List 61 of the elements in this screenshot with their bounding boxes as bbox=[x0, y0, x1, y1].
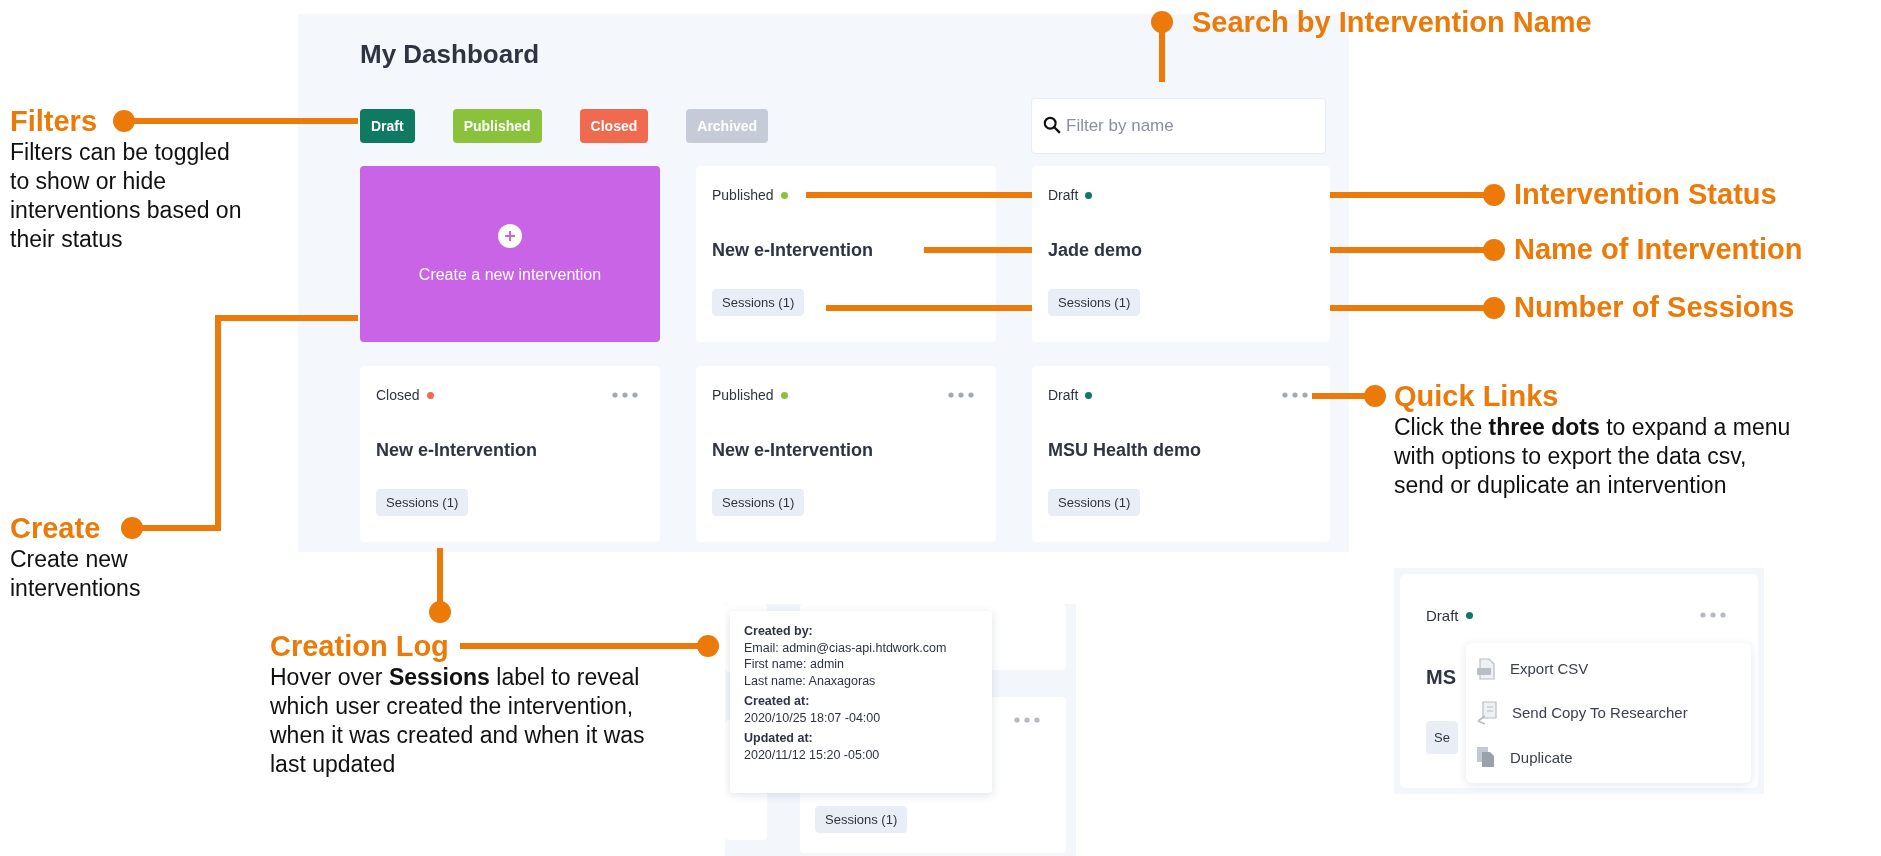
sessions-label[interactable]: Sessions (1) bbox=[376, 489, 469, 516]
intervention-name: New e-Intervention bbox=[376, 440, 538, 461]
status-label: Draft bbox=[1048, 387, 1079, 403]
csv-file-icon bbox=[1476, 657, 1496, 680]
page-title: My Dashboard bbox=[360, 38, 540, 71]
intervention-card[interactable]: Published New e-Intervention Sessions (1) bbox=[696, 366, 996, 542]
tooltip-text: 2020/11/12 15:20 -05:00 bbox=[744, 746, 881, 763]
sessions-label[interactable]: Se bbox=[1426, 721, 1458, 754]
sessions-label[interactable]: Sessions (1) bbox=[1048, 489, 1141, 516]
callout-title: Number of Sessions bbox=[1514, 290, 1795, 324]
leader-line bbox=[1151, 11, 1173, 82]
callout-title: Search by Intervention Name bbox=[1192, 5, 1592, 39]
tooltip-text: First name: admin bbox=[744, 656, 846, 673]
more-options-icon[interactable] bbox=[948, 392, 974, 398]
tooltip-heading: Created at: bbox=[744, 693, 811, 710]
intervention-card[interactable]: Closed New e-Intervention Sessions (1) bbox=[360, 366, 660, 542]
more-options-icon[interactable] bbox=[612, 392, 638, 398]
share-document-icon bbox=[1476, 701, 1498, 725]
intervention-name: MSU Health demo bbox=[1048, 440, 1202, 461]
status-label: Published bbox=[712, 187, 774, 203]
plus-icon bbox=[498, 224, 522, 248]
status-label: Draft bbox=[1048, 187, 1079, 203]
more-options-icon[interactable] bbox=[1282, 392, 1308, 398]
callout-title: Quick Links bbox=[1394, 379, 1559, 413]
menu-item[interactable]: Duplicate bbox=[1476, 746, 1751, 769]
callout-title: Creation Log bbox=[270, 629, 449, 663]
tooltip-text: 2020/10/25 18:07 -04:00 bbox=[744, 709, 882, 726]
intervention-card[interactable]: Draft Jade demo Sessions (1) bbox=[1032, 166, 1330, 342]
callout-description: Create new interventions bbox=[10, 545, 142, 603]
menu-item[interactable]: Export CSV bbox=[1476, 657, 1751, 680]
intervention-name: New e-Intervention bbox=[712, 440, 874, 461]
callout-description: Filters can be toggled to show or hide interventions based on their status bbox=[10, 138, 243, 254]
tooltip-heading: Updated at: bbox=[744, 730, 814, 747]
intervention-name: MS bbox=[1426, 666, 1456, 689]
sessions-label[interactable]: Sessions (1) bbox=[712, 489, 805, 516]
callout-description: Hover over Sessions label to reveal which user created the intervention, when it was created and when it was last updated bbox=[270, 663, 646, 779]
search-field[interactable]: Filter by name bbox=[1031, 98, 1326, 154]
copy-icon bbox=[1476, 746, 1496, 769]
callout-title: Intervention Status bbox=[1514, 177, 1777, 211]
sessions-label[interactable]: Sessions (1) bbox=[712, 289, 805, 316]
status-label: Closed bbox=[376, 387, 420, 403]
callout-description: Click the three dots to expand a menu with options to export the data csv, send or duplicate an intervention bbox=[1394, 413, 1792, 500]
search-icon bbox=[1043, 116, 1061, 134]
intervention-card[interactable]: Draft MSU Health demo Sessions (1) bbox=[1032, 366, 1330, 542]
tooltip-text: Email: admin@cias-api.htdwork.com bbox=[744, 639, 948, 656]
sessions-label[interactable]: Sessions (1) bbox=[1048, 289, 1141, 316]
status-label: Published bbox=[712, 387, 774, 403]
callout-title: Create bbox=[10, 511, 101, 545]
status-label: Draft bbox=[1426, 606, 1459, 624]
sessions-label[interactable]: Sessions (1) bbox=[815, 806, 908, 833]
more-options-icon[interactable] bbox=[1700, 612, 1726, 618]
tooltip-text: Last name: Anaxagoras bbox=[744, 672, 877, 689]
intervention-card[interactable]: Published New e-Intervention Sessions (1) bbox=[696, 166, 996, 342]
more-options-icon bbox=[1014, 717, 1040, 723]
menu-item[interactable]: Send Copy To Researcher bbox=[1476, 701, 1751, 725]
callout-title: Filters bbox=[10, 104, 98, 138]
callout-title: Name of Intervention bbox=[1514, 232, 1803, 266]
intervention-name: Jade demo bbox=[1048, 240, 1143, 261]
intervention-name: New e-Intervention bbox=[712, 240, 874, 261]
tooltip-heading: Created by: bbox=[744, 623, 814, 640]
filter-chip[interactable]: Draft bbox=[360, 109, 415, 143]
